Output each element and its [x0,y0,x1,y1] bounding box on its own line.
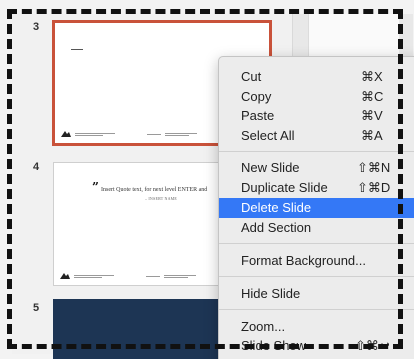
menu-separator [219,243,414,244]
menu-item-add-section[interactable]: Add Section [219,218,414,238]
menu-item-zoom[interactable]: Zoom... [219,317,414,337]
slide-number-5: 5 [33,302,40,314]
menu-item-slide-show[interactable]: Slide Show ⇧⌘↩ [219,336,414,356]
footer-text-line [75,135,103,136]
menu-item-new-slide[interactable]: New Slide ⇧⌘N [219,158,414,178]
logo-icon [61,131,71,137]
context-menu: Cut ⌘X Copy ⌘C Paste ⌘V Select All ⌘A Ne… [218,56,414,359]
menu-item-hide-slide[interactable]: Hide Slide [219,284,414,304]
menu-item-delete-slide[interactable]: Delete Slide [219,198,414,218]
menu-item-label: Duplicate Slide [241,180,328,195]
menu-item-label: Format Background... [241,253,366,268]
menu-separator [219,309,414,310]
footer-text-line [146,276,160,277]
menu-item-label: Paste [241,108,275,123]
menu-separator [219,276,414,277]
menu-item-label: Slide Show [241,338,307,353]
menu-item-shortcut: ⌘V [361,108,383,123]
menu-separator [219,151,414,152]
menu-item-shortcut: ⌘C [361,89,384,104]
menu-item-cut[interactable]: Cut ⌘X [219,67,414,87]
menu-item-label: Copy [241,89,272,104]
menu-item-label: Hide Slide [241,286,301,301]
footer-text-line [75,133,115,134]
menu-item-copy[interactable]: Copy ⌘C [219,87,414,107]
menu-item-select-all[interactable]: Select All ⌘A [219,126,414,146]
menu-item-shortcut: ⌘A [361,128,383,143]
menu-item-duplicate-slide[interactable]: Duplicate Slide ⇧⌘D [219,178,414,198]
logo-icon [60,273,70,279]
slide-number-3: 3 [33,21,40,33]
footer-text-line [164,275,196,276]
menu-item-shortcut: ⌘X [361,69,383,84]
footer-text-line [165,135,189,136]
footer-text-line [164,277,188,278]
menu-item-label: New Slide [241,160,300,175]
menu-item-shortcut: ⇧⌘D [357,180,391,195]
quote-text: Insert Quote text, for next level ENTER … [101,187,208,193]
menu-item-format-background[interactable]: Format Background... [219,251,414,271]
menu-item-shortcut: ⇧⌘↩ [355,338,390,353]
slide-number-4: 4 [33,161,40,173]
menu-item-label: Select All [241,128,295,143]
footer-text-line [74,277,102,278]
menu-item-label: Cut [241,69,262,84]
footer-text-line [165,133,197,134]
quote-icon: ” [92,180,99,194]
powerpoint-window: 3 4 ” Insert Quote text, for next level … [0,0,414,359]
menu-item-label: Add Section [241,220,312,235]
footer-text-line [74,275,114,276]
slide-title-placeholder [71,49,83,50]
footer-text-line [147,134,161,135]
menu-item-paste[interactable]: Paste ⌘V [219,106,414,126]
menu-item-shortcut: ⇧⌘N [357,160,391,175]
menu-item-label: Delete Slide [241,200,312,215]
quote-name: – INSERT NAME [145,196,178,201]
menu-item-label: Zoom... [241,319,286,334]
